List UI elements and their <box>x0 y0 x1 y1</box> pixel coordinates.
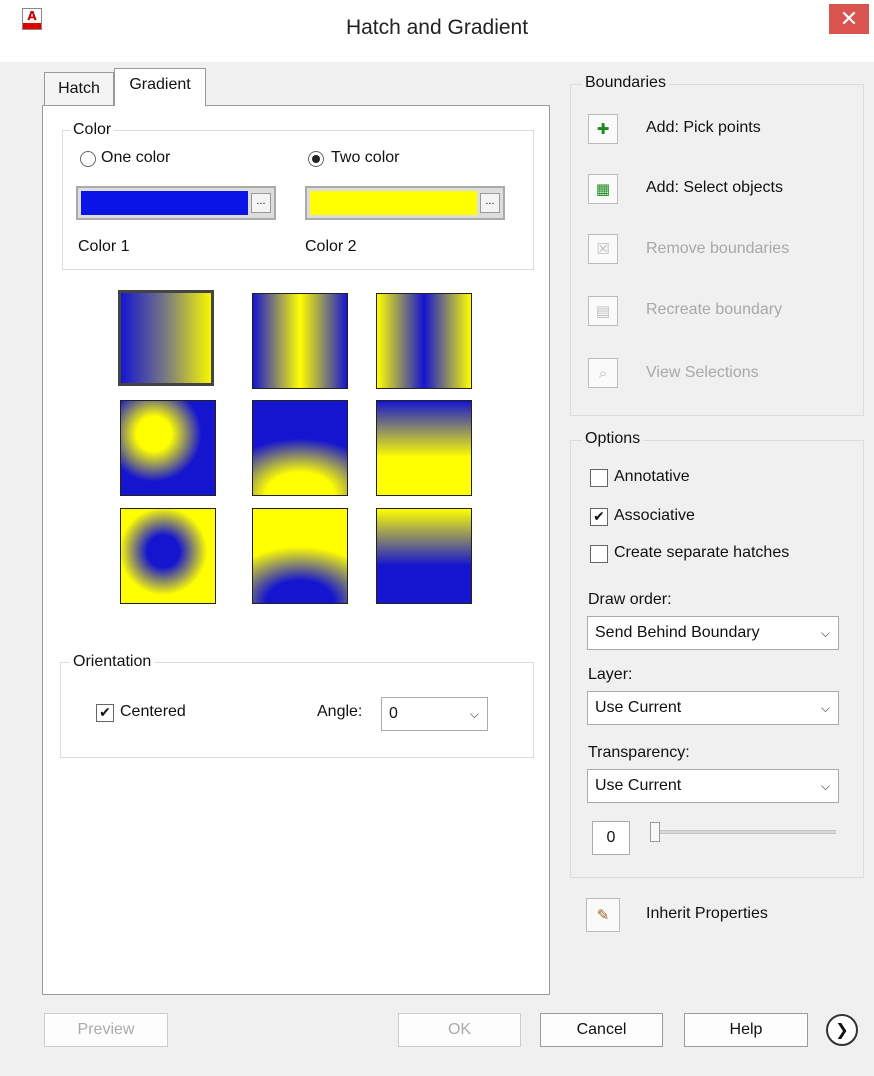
chevron-right-icon: ❯ <box>835 1020 849 1039</box>
one-color-radio[interactable] <box>80 151 96 167</box>
checkmark-icon: ✔ <box>593 509 605 525</box>
close-button[interactable]: ✕ <box>829 4 869 34</box>
color2-browse-button[interactable]: ... <box>480 193 500 213</box>
color-group-legend: Color <box>70 121 115 139</box>
separate-hatches-checkbox[interactable] <box>590 545 608 563</box>
chevron-down-icon: ⌵ <box>469 707 479 721</box>
transparency-value-input[interactable]: 0 <box>592 821 630 855</box>
recreate-boundary-icon: ▤ <box>588 296 618 326</box>
select-objects-icon[interactable]: ▦ <box>588 174 618 204</box>
color1-label: Color 1 <box>78 238 130 255</box>
paintbrush-icon[interactable]: ✎ <box>586 898 620 932</box>
draw-order-select[interactable]: Send Behind Boundary ⌵ <box>587 616 839 650</box>
layer-label: Layer: <box>588 666 633 683</box>
add-select-objects-button[interactable]: Add: Select objects <box>646 179 783 197</box>
boundaries-legend: Boundaries <box>582 74 669 92</box>
centered-checkbox[interactable]: ✔ <box>96 704 114 722</box>
gradient-pattern-hemispherical[interactable] <box>252 400 348 496</box>
color1-swatch <box>81 191 248 215</box>
preview-button: Preview <box>44 1013 168 1047</box>
transparency-label: Transparency: <box>588 744 690 761</box>
two-color-label: Two color <box>331 149 400 166</box>
chevron-down-icon: ⌵ <box>820 626 830 640</box>
gradient-pattern-inverted-spherical[interactable] <box>120 508 216 604</box>
angle-label: Angle: <box>317 703 363 720</box>
ok-button: OK <box>398 1013 521 1047</box>
color2-swatch <box>310 191 477 215</box>
color2-label: Color 2 <box>305 238 357 255</box>
associative-label: Associative <box>614 507 695 524</box>
inherit-properties-button[interactable]: Inherit Properties <box>646 905 768 923</box>
associative-checkbox[interactable]: ✔ <box>590 508 608 526</box>
tab-hatch[interactable]: Hatch <box>44 72 114 106</box>
tab-gradient[interactable]: Gradient <box>114 68 206 106</box>
draw-order-label: Draw order: <box>588 591 672 608</box>
orientation-legend: Orientation <box>70 653 155 671</box>
gradient-pattern-inverted-cylinder[interactable] <box>376 293 472 389</box>
magnifier-icon: ⌕ <box>588 358 618 388</box>
transparency-select[interactable]: Use Current ⌵ <box>587 769 839 803</box>
gradient-pattern-curved[interactable] <box>376 400 472 496</box>
layer-select[interactable]: Use Current ⌵ <box>587 691 839 725</box>
gradient-pattern-inverted-curved[interactable] <box>376 508 472 604</box>
angle-select[interactable]: 0 ⌵ <box>381 697 488 731</box>
centered-label: Centered <box>120 703 186 720</box>
annotative-label: Annotative <box>614 468 690 485</box>
remove-boundaries-icon: ☒ <box>588 234 618 264</box>
checkmark-icon: ✔ <box>99 705 111 721</box>
recreate-boundary-button: Recreate boundary <box>646 301 783 318</box>
chevron-down-icon: ⌵ <box>820 779 830 793</box>
chevron-down-icon: ⌵ <box>820 701 830 715</box>
view-selections-button: View Selections <box>646 364 759 381</box>
one-color-label: One color <box>101 149 171 166</box>
gradient-pattern-inverted-hemispherical[interactable] <box>252 508 348 604</box>
separate-hatches-label: Create separate hatches <box>614 544 790 561</box>
close-icon: ✕ <box>839 6 859 31</box>
gradient-pattern-cylinder[interactable] <box>252 293 348 389</box>
remove-boundaries-button: Remove boundaries <box>646 240 790 257</box>
color1-browse-button[interactable]: ... <box>251 193 271 213</box>
color2-picker[interactable]: ... <box>305 186 505 220</box>
transparency-slider-thumb[interactable] <box>650 822 660 842</box>
gradient-pattern-spherical[interactable] <box>120 400 216 496</box>
options-group <box>570 440 864 878</box>
annotative-checkbox[interactable] <box>590 469 608 487</box>
options-legend: Options <box>582 430 644 448</box>
transparency-slider-track[interactable] <box>652 830 836 834</box>
gradient-pattern-linear[interactable] <box>118 290 214 386</box>
window-title: Hatch and Gradient <box>345 16 529 39</box>
more-options-button[interactable]: ❯ <box>826 1014 858 1046</box>
cancel-button[interactable]: Cancel <box>540 1013 663 1047</box>
two-color-radio[interactable] <box>308 151 324 167</box>
add-pick-points-button[interactable]: Add: Pick points <box>646 119 761 137</box>
help-button[interactable]: Help <box>684 1013 808 1047</box>
pick-points-icon[interactable]: ✚ <box>588 114 618 144</box>
color1-picker[interactable]: ... <box>76 186 276 220</box>
